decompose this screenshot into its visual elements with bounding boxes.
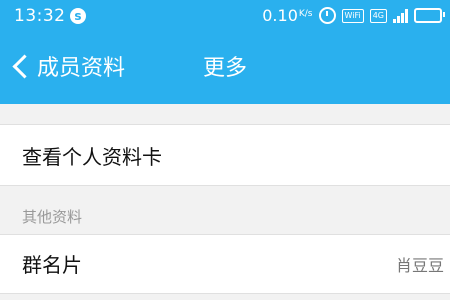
status-time: 13:32 [14, 6, 66, 26]
nav-bar: 成员资料 更多 [0, 34, 450, 104]
notification-icon: s [70, 8, 86, 24]
group-card-value: 肖豆豆 [395, 256, 444, 275]
view-profile-card-row[interactable]: 查看个人资料卡 [0, 124, 450, 186]
net-speed-value: 0.10 [262, 6, 298, 25]
net-speed: 0.10K/s [262, 6, 312, 25]
status-indicators: 0.10K/s WiFi 4G [262, 6, 445, 25]
section-title-other-info: 其他资料 [22, 208, 83, 226]
status-bar: 13:32 s 0.10K/s WiFi 4G [0, 0, 450, 34]
net-speed-unit: K/s [298, 9, 313, 19]
app-header: 13:32 s 0.10K/s WiFi 4G 成员资料 更多 [0, 0, 450, 104]
group-card-row[interactable]: 群名片 肖豆豆 [0, 234, 450, 294]
page-title: 更多 [202, 56, 247, 81]
signal-4g-icon: 4G [369, 8, 387, 23]
view-profile-card-label: 查看个人资料卡 [22, 145, 162, 169]
wifi-icon: WiFi [341, 8, 364, 23]
alarm-icon [318, 7, 336, 24]
battery-icon [414, 8, 445, 23]
signal-icon [393, 8, 408, 23]
group-card-label: 群名片 [22, 253, 82, 277]
